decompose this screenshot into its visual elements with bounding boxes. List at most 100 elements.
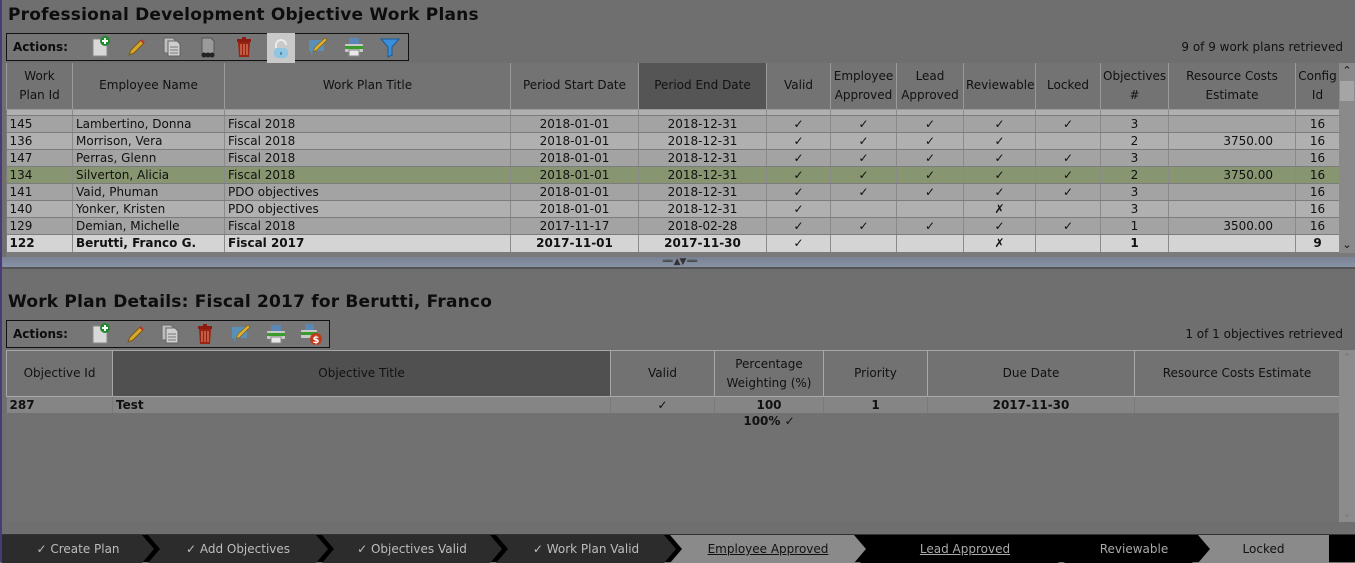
cell-cost xyxy=(1168,183,1296,201)
cell-name: Silverton, Alicia xyxy=(72,166,225,184)
column-header-employee-name[interactable]: Employee Name xyxy=(72,63,225,110)
workflow-step-work-plan-valid[interactable]: ✓ Work Plan Valid xyxy=(496,535,676,563)
scroll-up-icon[interactable]: ⌃ xyxy=(1339,350,1355,366)
scroll-down-icon[interactable]: ⌄ xyxy=(1339,506,1355,522)
cell-config: 16 xyxy=(1295,217,1340,235)
scroll-up-icon[interactable]: ⌃ xyxy=(1339,63,1355,79)
splitter-grip-icon[interactable]: ══ ▲▼ ══ xyxy=(663,257,697,267)
table-row[interactable]: 122 Berutti, Franco G. Fiscal 2017 2017-11-… xyxy=(6,234,1340,253)
workflow-step-add-objectives[interactable]: ✓ Add Objectives xyxy=(148,535,328,563)
column-header-due-date[interactable]: Due Date xyxy=(927,350,1135,397)
column-header-valid[interactable]: Valid xyxy=(766,63,831,110)
column-header-locked[interactable]: Locked xyxy=(1035,63,1101,110)
column-header-valid[interactable]: Valid xyxy=(610,350,715,397)
workflow-step-reviewable[interactable]: Reviewable xyxy=(1064,535,1204,563)
cell-locked: ✓ xyxy=(1035,183,1101,201)
cell-review: ✗ xyxy=(963,234,1036,253)
table-row[interactable]: 141 Vaid, Phuman PDO objectives 2018-01-01 2… xyxy=(6,183,1340,201)
review-objective-button[interactable] xyxy=(228,321,253,347)
edit-work-plan-button[interactable] xyxy=(123,34,149,60)
cell-valid: ✓ xyxy=(610,396,715,413)
cell-config: 16 xyxy=(1295,183,1340,201)
cell-emp: ✓ xyxy=(830,166,897,184)
cell-config: 16 xyxy=(1295,166,1340,184)
workflow-step-objectives-valid[interactable]: ✓ Objectives Valid xyxy=(322,535,502,563)
copy-work-plan-button[interactable] xyxy=(159,34,185,60)
workflow-step-lead-approved[interactable]: Lead Approved xyxy=(860,535,1070,563)
cell-start: 2018-01-01 xyxy=(510,132,639,150)
column-header-work-plan-id[interactable]: Work Plan Id xyxy=(6,63,73,110)
objective-row[interactable]: 287 Test ✓ 100 1 2017-11-30 xyxy=(6,396,1340,413)
cell-cost xyxy=(1134,396,1340,413)
delete-work-plan-button[interactable] xyxy=(231,34,257,60)
column-header-resource-costs-estimate[interactable]: Resource Costs Estimate xyxy=(1168,63,1296,110)
print-costs-button[interactable]: $ xyxy=(299,321,324,347)
table-row[interactable]: 147 Perras, Glenn Fiscal 2018 2018-01-01 201… xyxy=(6,149,1340,167)
cell-cost: 3750.00 xyxy=(1168,166,1296,184)
filter-work-plans-button[interactable] xyxy=(377,34,403,60)
column-header-reviewable[interactable]: Reviewable xyxy=(963,63,1036,110)
column-header-employee-approved[interactable]: Employee Approved xyxy=(830,63,897,110)
cell-config: 16 xyxy=(1295,200,1340,218)
column-header-period-end-date[interactable]: Period End Date xyxy=(638,63,767,110)
workflow-step-locked[interactable]: Locked xyxy=(1198,535,1329,563)
column-header-percentage-weighting[interactable]: Percentage Weighting (%) xyxy=(714,350,824,397)
page-title: Professional Development Objective Work … xyxy=(8,5,479,25)
cell-obj: 1 xyxy=(1100,217,1169,235)
workflow-step-label: ✓ Work Plan Valid xyxy=(532,542,640,556)
cell-start: 2018-01-01 xyxy=(510,183,639,201)
column-header-work-plan-title[interactable]: Work Plan Title xyxy=(224,63,511,110)
work-plans-scrollbar[interactable]: ⌃ ⌄ xyxy=(1339,63,1355,253)
table-row[interactable]: 145 Lambertino, Donna Fiscal 2018 2018-01-0… xyxy=(6,115,1340,133)
cell-review: ✓ xyxy=(963,217,1036,235)
table-row[interactable]: 136 Morrison, Vera Fiscal 2018 2018-01-01 20… xyxy=(6,132,1340,150)
table-row[interactable]: 140 Yonker, Kristen PDO objectives 2018-01-… xyxy=(6,200,1340,218)
column-header-objectives[interactable]: Objectives # xyxy=(1100,63,1169,110)
copy-objective-button[interactable] xyxy=(158,321,183,347)
weighting-total: 100% ✓ xyxy=(743,414,795,428)
bulk-copy-button[interactable] xyxy=(195,34,221,60)
scroll-down-icon[interactable]: ⌄ xyxy=(1339,237,1355,253)
edit-objective-button[interactable] xyxy=(122,321,147,347)
add-objective-button[interactable] xyxy=(87,321,112,347)
cell-obj: 1 xyxy=(1100,234,1169,253)
column-header-resource-costs-estimate[interactable]: Resource Costs Estimate xyxy=(1134,350,1340,397)
cell-priority: 1 xyxy=(823,396,928,413)
cell-id: 145 xyxy=(6,115,73,133)
cell-locked: ✓ xyxy=(1035,115,1101,133)
workflow-step-employee-approved[interactable]: Employee Approved xyxy=(670,535,866,563)
unlock-work-plan-button[interactable] xyxy=(266,33,295,64)
cell-title: Fiscal 2018 xyxy=(224,149,511,167)
column-header-config-id[interactable]: Config Id xyxy=(1295,63,1340,110)
print-work-plans-button[interactable] xyxy=(341,34,367,60)
cell-emp xyxy=(830,200,897,218)
table-row[interactable]: 134 Silverton, Alicia Fiscal 2018 2018-01-0… xyxy=(6,166,1340,184)
delete-objective-button[interactable] xyxy=(193,321,218,347)
printer-icon xyxy=(344,38,363,57)
column-header-objective-title[interactable]: Objective Title xyxy=(112,350,611,397)
cell-config: 9 xyxy=(1295,234,1340,253)
workflow-step-create-plan[interactable]: ✓ Create Plan xyxy=(2,535,154,563)
print-objectives-button[interactable] xyxy=(263,321,288,347)
cell-lead: ✓ xyxy=(896,132,964,150)
column-header-lead-approved[interactable]: Lead Approved xyxy=(896,63,964,110)
column-header-period-start-date[interactable]: Period Start Date xyxy=(510,63,639,110)
add-work-plan-button[interactable] xyxy=(87,34,113,60)
add-document-icon xyxy=(92,36,110,57)
cell-valid: ✓ xyxy=(766,217,831,235)
objectives-grid: Objective Id Objective Title Valid Percenta… xyxy=(6,350,1355,522)
scroll-thumb[interactable] xyxy=(1340,81,1354,101)
column-header-objective-id[interactable]: Objective Id xyxy=(6,350,113,397)
cell-obj: 2 xyxy=(1100,132,1169,150)
objectives-scrollbar[interactable]: ⌃ ⌄ xyxy=(1339,350,1355,522)
details-title: Work Plan Details: Fiscal 2017 for Berut… xyxy=(8,292,493,312)
cell-name: Yonker, Kristen xyxy=(72,200,225,218)
copy-document-icon xyxy=(163,37,181,57)
pane-splitter[interactable]: ══ ▲▼ ══ xyxy=(2,257,1355,269)
work-plans-grid: Work Plan Id Employee Name Work Plan Title P… xyxy=(6,63,1355,257)
review-work-plan-button[interactable] xyxy=(305,34,331,60)
workflow-step-label: Locked xyxy=(1242,542,1285,556)
table-row[interactable]: 129 Demian, Michelle Fiscal 2018 2017-11-17… xyxy=(6,217,1340,235)
add-document-icon xyxy=(92,323,110,344)
column-header-priority[interactable]: Priority xyxy=(823,350,928,397)
